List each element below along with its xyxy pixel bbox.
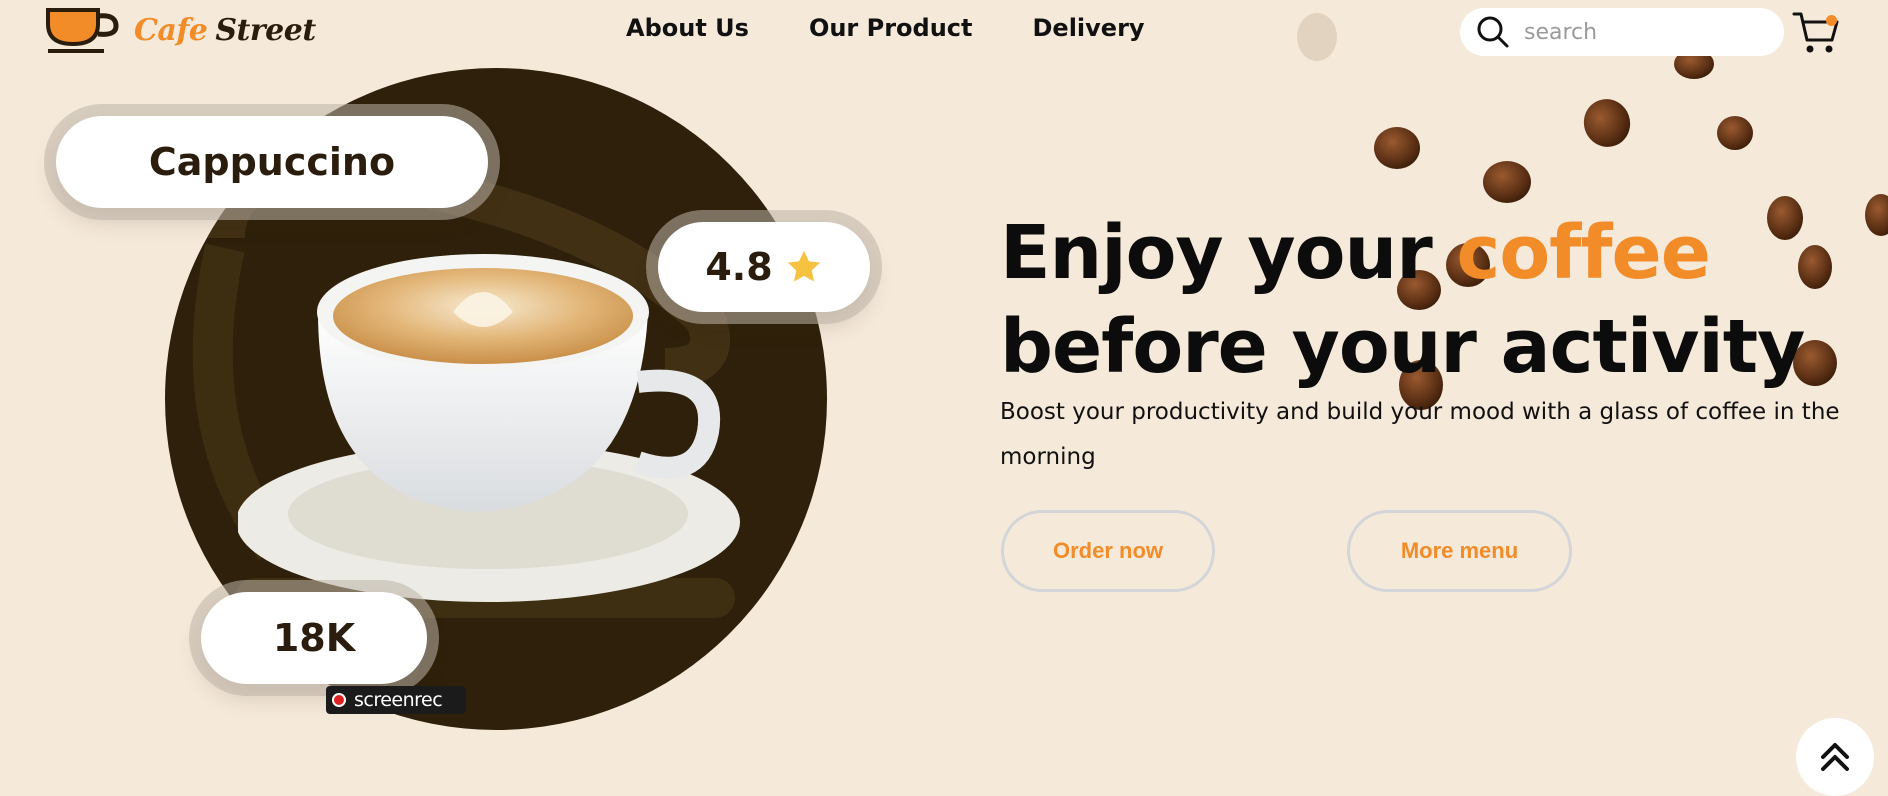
product-name-badge: Cappuccino bbox=[56, 116, 488, 208]
screenrec-watermark: screenrec bbox=[326, 686, 466, 714]
nav-delivery[interactable]: Delivery bbox=[1033, 14, 1145, 42]
rating-badge: 4.8 bbox=[658, 222, 870, 312]
search-input[interactable] bbox=[1522, 18, 1766, 46]
more-menu-button[interactable]: More menu bbox=[1347, 510, 1572, 592]
star-icon bbox=[787, 250, 820, 282]
sales-count-badge: 18K bbox=[201, 592, 427, 684]
search-bar bbox=[1460, 8, 1784, 56]
scroll-to-top-button[interactable] bbox=[1796, 718, 1874, 796]
record-icon bbox=[332, 693, 346, 707]
nav-our-product[interactable]: Our Product bbox=[809, 14, 973, 42]
order-now-button[interactable]: Order now bbox=[1001, 510, 1215, 592]
headline-accent: coffee bbox=[1456, 210, 1710, 296]
main-nav: About Us Our Product Delivery bbox=[626, 14, 1145, 42]
rating-value: 4.8 bbox=[705, 245, 773, 289]
product-name: Cappuccino bbox=[148, 140, 396, 184]
search-icon[interactable] bbox=[1476, 15, 1510, 49]
nav-about-us[interactable]: About Us bbox=[626, 14, 749, 42]
coffee-cup-logo-icon bbox=[46, 8, 119, 53]
hero-headline: Enjoy your coffee before your activity bbox=[1000, 210, 1805, 390]
hero-subtext: Boost your productivity and build your m… bbox=[1000, 399, 1840, 470]
brand-logo[interactable]: Cafe Street bbox=[46, 6, 316, 54]
sales-count: 18K bbox=[272, 616, 356, 660]
double-chevron-up-icon bbox=[1821, 743, 1849, 771]
brand-name: Cafe Street bbox=[134, 12, 316, 48]
cart-notification-dot bbox=[1826, 15, 1837, 26]
